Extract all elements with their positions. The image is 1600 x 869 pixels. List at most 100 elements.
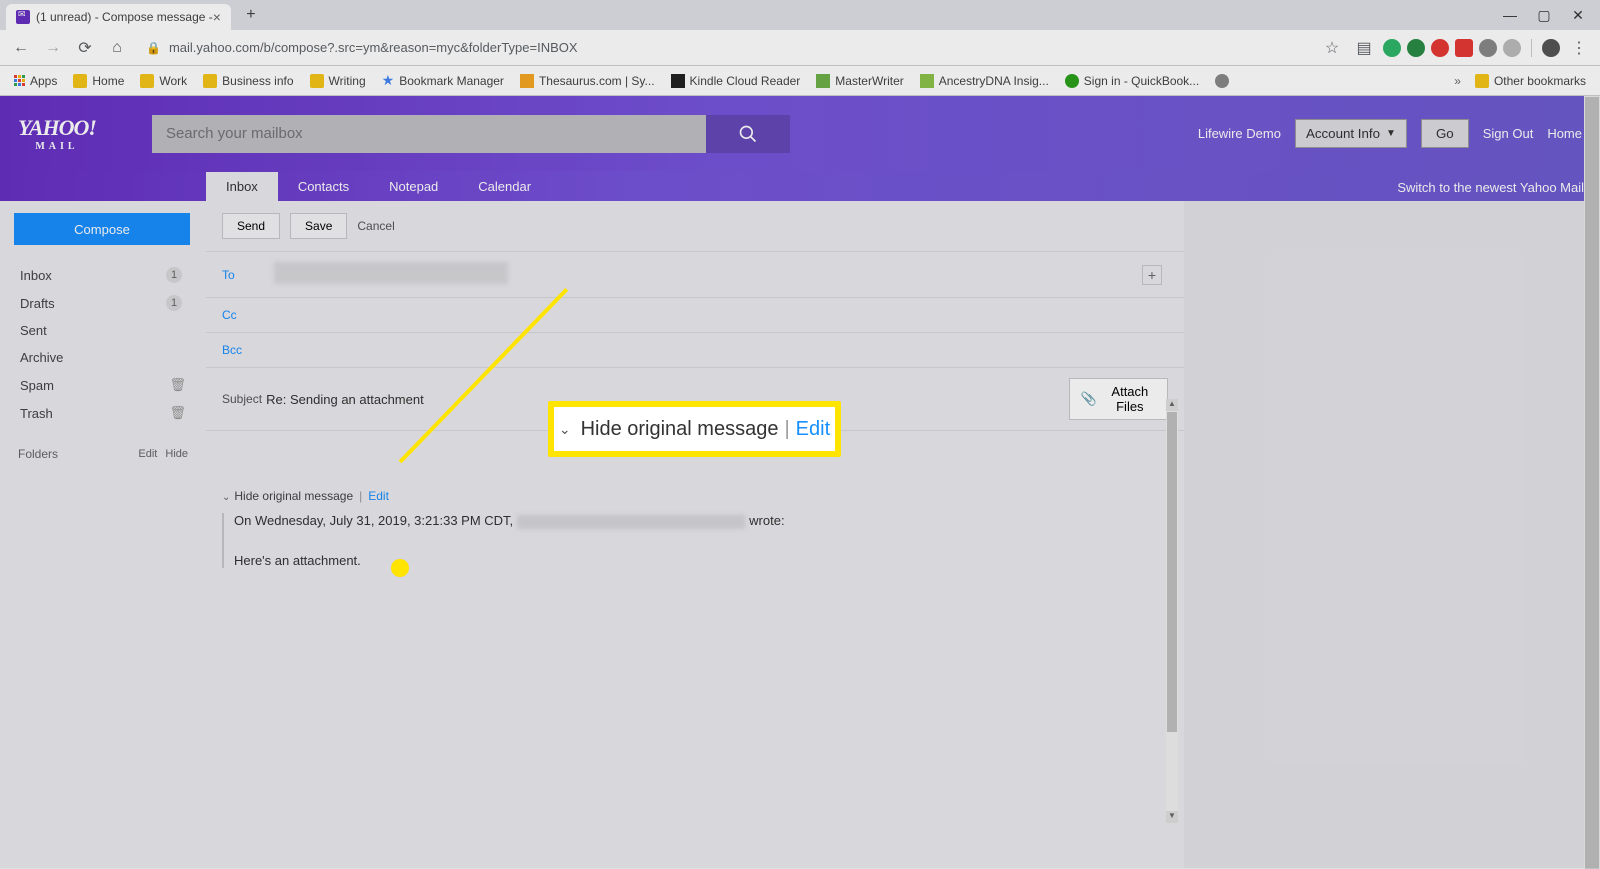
home-link[interactable]: Home (1547, 126, 1582, 141)
bookmark-label: Sign in - QuickBook... (1084, 74, 1199, 88)
address-bar: ← → ⟳ ⌂ 🔒 mail.yahoo.com/b/compose?.src=… (0, 30, 1600, 66)
scroll-thumb[interactable] (1167, 412, 1177, 732)
scroll-thumb[interactable] (1585, 97, 1599, 869)
tab-calendar[interactable]: Calendar (458, 172, 551, 201)
other-bookmarks[interactable]: Other bookmarks (1469, 70, 1592, 92)
scroll-up-icon[interactable]: ▲ (1166, 399, 1178, 411)
folders-hide-link[interactable]: Hide (165, 448, 188, 460)
apps-button[interactable]: Apps (8, 70, 63, 92)
bookmark-label: AncestryDNA Insig... (939, 74, 1049, 88)
mail-tabs: Inbox Contacts Notepad Calendar Switch t… (0, 171, 1600, 201)
tab-close-icon[interactable]: × (213, 9, 221, 25)
recipient-chip[interactable] (274, 262, 508, 284)
yahoo-logo[interactable]: YAHOO! MAIL (18, 115, 96, 152)
extension-icon-5[interactable] (1479, 39, 1497, 57)
quoted-sender (517, 515, 745, 529)
save-button[interactable]: Save (290, 213, 347, 239)
browser-tab[interactable]: (1 unread) - Compose message - × (6, 4, 231, 30)
folder-archive[interactable]: Archive (14, 344, 192, 371)
folder-label: Spam (20, 378, 54, 393)
hide-original-toggle[interactable]: ⌄ Hide original message | Edit (222, 489, 1168, 503)
trash-icon[interactable]: 🗑 (169, 405, 186, 421)
site-icon (816, 74, 830, 88)
search-icon (738, 124, 758, 144)
extension-icon-4[interactable] (1455, 39, 1473, 57)
chevron-down-icon: ⌄ (222, 492, 230, 503)
folders-edit-link[interactable]: Edit (138, 448, 157, 460)
compose-button[interactable]: Compose (14, 213, 190, 245)
compose-scrollbar[interactable]: ▲ ▼ (1166, 411, 1178, 811)
reload-button[interactable]: ⟳ (72, 35, 98, 61)
site-icon (920, 74, 934, 88)
extension-icon-2[interactable] (1407, 39, 1425, 57)
bookmark-thesaurus[interactable]: Thesaurus.com | Sy... (514, 70, 661, 92)
bookmark-label: Bookmark Manager (399, 74, 504, 88)
bookmark-business-info[interactable]: Business info (197, 70, 299, 92)
cancel-link[interactable]: Cancel (357, 219, 394, 233)
paperclip-icon: 📎 (1080, 391, 1096, 407)
tab-contacts[interactable]: Contacts (278, 172, 369, 201)
scroll-down-icon[interactable]: ▼ (1166, 811, 1178, 823)
new-tab-button[interactable]: + (239, 3, 263, 27)
search-button[interactable] (706, 115, 790, 153)
user-name[interactable]: Lifewire Demo (1198, 126, 1281, 141)
bookmark-home[interactable]: Home (67, 70, 130, 92)
send-button[interactable]: Send (222, 213, 280, 239)
folder-label: Drafts (20, 296, 55, 311)
account-info-label: Account Info (1306, 126, 1380, 141)
folder-sent[interactable]: Sent (14, 317, 192, 344)
folder-icon (203, 74, 217, 88)
folder-drafts[interactable]: Drafts1 (14, 289, 192, 317)
compose-actions: Send Save Cancel (206, 201, 1184, 252)
folder-label: Trash (20, 406, 53, 421)
bookmark-quickbooks[interactable]: Sign in - QuickBook... (1059, 70, 1205, 92)
account-info-button[interactable]: Account Info▼ (1295, 119, 1407, 148)
callout-edit: Edit (796, 418, 830, 441)
quoted-header: On Wednesday, July 31, 2019, 3:21:33 PM … (234, 513, 1168, 529)
extension-icon-1[interactable] (1383, 39, 1401, 57)
bookmark-label: Business info (222, 74, 293, 88)
bcc-label[interactable]: Bcc (222, 343, 274, 357)
minimize-button[interactable]: — (1494, 0, 1526, 30)
quoted-date: On Wednesday, July 31, 2019, 3:21:33 PM … (234, 513, 513, 528)
extension-icon-6[interactable] (1503, 39, 1521, 57)
forward-button[interactable]: → (40, 35, 66, 61)
reader-icon[interactable]: ▤ (1351, 35, 1377, 61)
bookmark-ancestry[interactable]: AncestryDNA Insig... (914, 70, 1055, 92)
back-button[interactable]: ← (8, 35, 34, 61)
page-scrollbar[interactable] (1584, 96, 1600, 868)
edit-original-link[interactable]: Edit (368, 489, 389, 503)
star-icon[interactable]: ☆ (1319, 35, 1345, 61)
maximize-button[interactable]: ▢ (1528, 0, 1560, 30)
switch-new-mail-link[interactable]: Switch to the newest Yahoo Mail (1391, 174, 1590, 201)
search-input[interactable] (152, 115, 706, 153)
tab-notepad[interactable]: Notepad (369, 172, 458, 201)
go-button[interactable]: Go (1421, 119, 1469, 148)
folder-inbox[interactable]: Inbox1 (14, 261, 192, 289)
to-label[interactable]: To (222, 268, 274, 282)
attach-files-button[interactable]: 📎Attach Files (1069, 378, 1168, 420)
url-input[interactable]: 🔒 mail.yahoo.com/b/compose?.src=ym&reaso… (136, 34, 1305, 62)
bookmark-writing[interactable]: Writing (304, 70, 372, 92)
bookmark-masterwriter[interactable]: MasterWriter (810, 70, 909, 92)
home-button[interactable]: ⌂ (104, 35, 130, 61)
sign-out-link[interactable]: Sign Out (1483, 126, 1534, 141)
bookmark-work[interactable]: Work (134, 70, 193, 92)
bookmark-more[interactable] (1209, 70, 1235, 92)
trash-icon[interactable]: 🗑 (169, 377, 186, 393)
bookmark-bookmark-manager[interactable]: ★Bookmark Manager (376, 68, 510, 93)
folder-spam[interactable]: Spam 🗑 (14, 371, 192, 399)
chrome-menu-button[interactable]: ⋮ (1566, 35, 1592, 61)
bookmarks-overflow-icon[interactable]: » (1454, 74, 1461, 88)
to-field[interactable] (274, 262, 1142, 287)
tab-inbox[interactable]: Inbox (206, 172, 278, 201)
close-window-button[interactable]: ✕ (1562, 0, 1594, 30)
bookmark-kindle[interactable]: Kindle Cloud Reader (665, 70, 807, 92)
bookmark-label: MasterWriter (835, 74, 903, 88)
folder-trash[interactable]: Trash 🗑 (14, 399, 192, 427)
folders-header: Folders Edit Hide (14, 427, 192, 467)
profile-avatar-icon[interactable] (1542, 39, 1560, 57)
cc-label[interactable]: Cc (222, 308, 274, 322)
add-recipient-button[interactable]: + (1142, 265, 1162, 285)
extension-icon-3[interactable] (1431, 39, 1449, 57)
